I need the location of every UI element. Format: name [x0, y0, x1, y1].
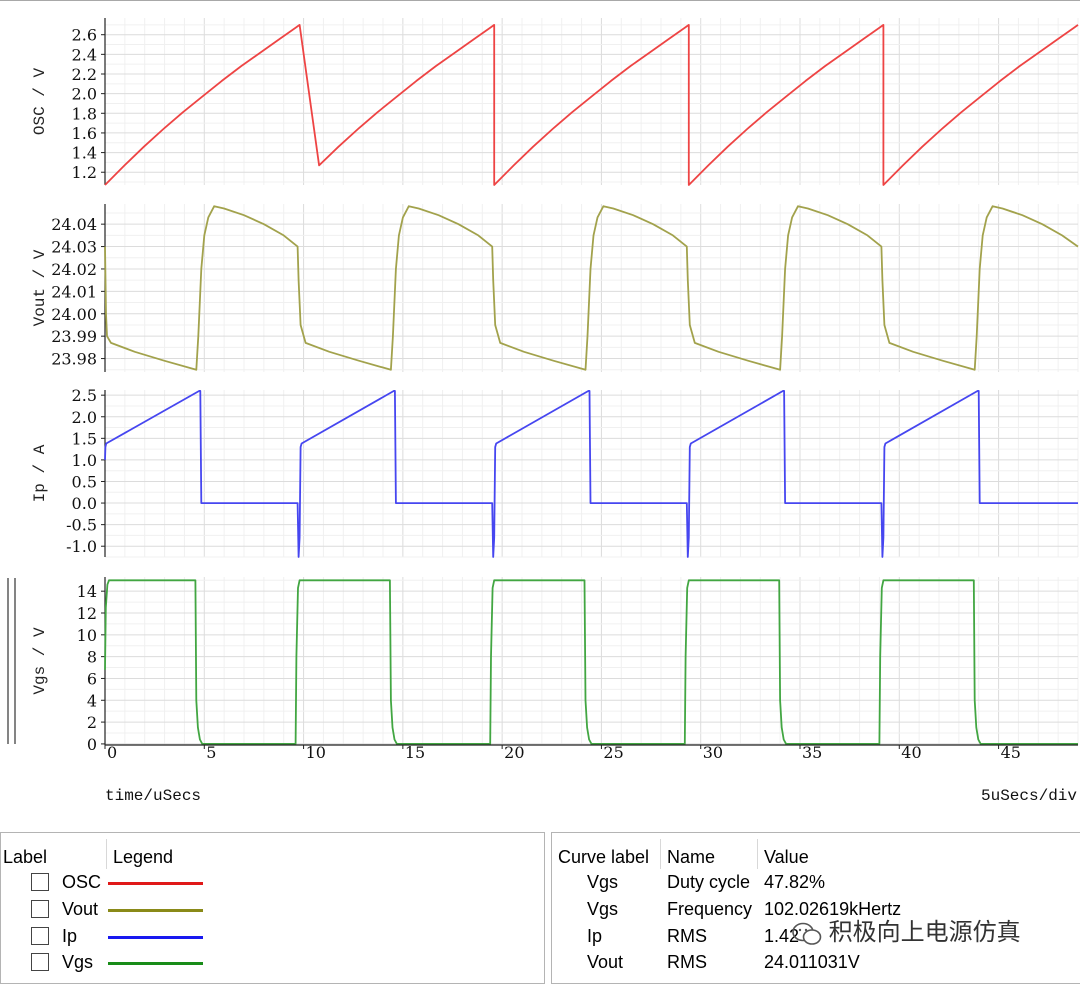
- y-tick-label: 1.0: [72, 451, 97, 470]
- x-div-label: 5uSecs/div: [981, 787, 1077, 805]
- y-tick-label: 23.98: [51, 350, 97, 369]
- x-tick-label: 10: [306, 743, 326, 762]
- y-tick-label: 24.04: [51, 215, 97, 234]
- legend-header-label: Label: [3, 847, 48, 867]
- legend-swatch-osc: [108, 882, 203, 885]
- measure-name: RMS: [667, 952, 707, 972]
- y-tick-label: 0: [87, 735, 97, 754]
- legend-row-vout[interactable]: Vout: [1, 899, 541, 926]
- y-tick-label: 6: [87, 669, 97, 688]
- waveform-plot: 1.21.41.61.82.02.22.42.6OSC / V23.9823.9…: [0, 0, 1080, 805]
- x-tick-label: 0: [107, 743, 117, 762]
- measurement-panel: Curve label Name Value Vgs Duty cycle 47…: [551, 832, 1080, 984]
- legend-label-vgs: Vgs: [62, 952, 94, 972]
- y-tick-label: 1.4: [72, 144, 97, 163]
- y-tick-label: -0.5: [66, 516, 97, 535]
- legend-panel: Label Legend OSC Vout Ip Vgs: [0, 832, 545, 984]
- series-line-osc: [104, 23, 1079, 186]
- y-tick-label: 2.4: [72, 45, 97, 64]
- y-tick-label: 2.0: [72, 85, 97, 104]
- y-tick-label: 24.01: [51, 282, 97, 301]
- x-tick-label: 30: [703, 743, 723, 762]
- x-tick-label: 20: [504, 743, 524, 762]
- x-tick-label: 15: [405, 743, 425, 762]
- x-tick-label: 5: [206, 743, 216, 762]
- measure-value: 47.82%: [764, 872, 826, 892]
- y-tick-label: -1.0: [66, 537, 97, 556]
- header-separator: [757, 839, 758, 869]
- legend-checkbox-osc[interactable]: [31, 873, 49, 891]
- y-tick-label: 1.8: [72, 104, 97, 123]
- wechat-logo-icon: [792, 922, 822, 945]
- legend-row-osc[interactable]: OSC: [1, 872, 541, 899]
- y-tick-label: 2: [87, 713, 97, 732]
- panel-osc: 1.21.41.61.82.02.22.42.6 OSC / V: [31, 18, 1079, 186]
- series-line-ip: [104, 389, 1078, 558]
- y-tick-label: 2.5: [72, 386, 97, 405]
- measure-curve: Vgs: [587, 872, 619, 892]
- y-tick-label: 23.99: [51, 327, 97, 346]
- legend-checkbox-vgs[interactable]: [31, 953, 49, 971]
- measure-value: 24.011031V: [764, 952, 860, 972]
- y-tick-label: 2.2: [72, 65, 97, 84]
- measure-header-value: Value: [764, 847, 809, 867]
- panel-vout: 23.98 23.99 24.00 24.01 24.02 24.03 24.04Vout …: [31, 204, 1079, 372]
- legend-label-vout: Vout: [62, 899, 99, 919]
- y-tick-label: 1.6: [72, 124, 97, 143]
- y-axis-label: Vout / V: [31, 249, 49, 326]
- measure-header-curve: Curve label: [558, 847, 650, 867]
- legend-swatch-ip: [108, 936, 203, 939]
- legend-row-vgs[interactable]: Vgs: [1, 952, 541, 979]
- legend-label-osc: OSC: [62, 872, 102, 892]
- legend-header-legend: Legend: [113, 847, 174, 867]
- y-tick-label: 4: [87, 691, 97, 710]
- measure-curve: Ip: [587, 926, 603, 946]
- y-tick-label: 8: [87, 648, 97, 667]
- legend-checkbox-ip[interactable]: [31, 927, 49, 945]
- legend-checkbox-vout[interactable]: [31, 900, 49, 918]
- measure-curve: Vout: [587, 952, 624, 972]
- y-tick-label: 10: [77, 626, 97, 645]
- y-tick-label: 12: [77, 604, 97, 623]
- y-tick-label: 24.02: [51, 260, 97, 279]
- x-tick-label: 25: [603, 743, 623, 762]
- y-axis-label: OSC / V: [31, 68, 49, 136]
- watermark: 积极向上电源仿真: [792, 912, 1021, 947]
- measure-name: RMS: [667, 926, 707, 946]
- y-tick-label: 14: [77, 582, 97, 601]
- y-tick-label: 24.03: [51, 238, 97, 257]
- y-tick-label: 2.6: [72, 26, 97, 45]
- x-tick-label: 40: [901, 743, 921, 762]
- y-tick-label: 0.5: [72, 472, 97, 491]
- legend-label-ip: Ip: [62, 926, 78, 946]
- x-axis-label: time/uSecs: [105, 787, 201, 805]
- measure-header-name: Name: [667, 847, 716, 867]
- watermark-text: 积极向上电源仿真: [828, 919, 1021, 946]
- x-tick-label: 45: [1001, 743, 1021, 762]
- measure-row[interactable]: Vout RMS 24.011031V: [552, 952, 1080, 979]
- y-tick-label: 1.2: [72, 163, 97, 182]
- y-tick-label: 24.00: [51, 305, 97, 324]
- y-axis-label: Vgs / V: [31, 627, 49, 695]
- legend-row-ip[interactable]: Ip: [1, 926, 541, 953]
- panel-vgs: 0 2 4 6 8 10 12 14 Vgs / V: [31, 577, 1079, 754]
- panel-ip: -1.0 -0.5 0.0 0.5 1.0 1.5 2.0 2.5 Ip / A: [31, 386, 1079, 558]
- header-separator: [106, 839, 107, 869]
- measure-curve: Vgs: [587, 899, 619, 919]
- header-separator: [660, 839, 661, 869]
- y-tick-label: 2.0: [72, 408, 97, 427]
- legend-swatch-vout: [108, 909, 203, 912]
- y-axis-label: Ip / A: [31, 444, 49, 502]
- measure-name: Frequency: [667, 899, 753, 919]
- y-tick-label: 0.0: [72, 494, 97, 513]
- legend-swatch-vgs: [108, 962, 203, 965]
- measure-row[interactable]: Vgs Duty cycle 47.82%: [552, 872, 1080, 899]
- x-tick-label: 35: [802, 743, 822, 762]
- series-line-vout: [104, 205, 1079, 371]
- series-line-vgs: [104, 579, 1078, 745]
- y-tick-label: 1.5: [72, 429, 97, 448]
- measure-name: Duty cycle: [667, 872, 751, 892]
